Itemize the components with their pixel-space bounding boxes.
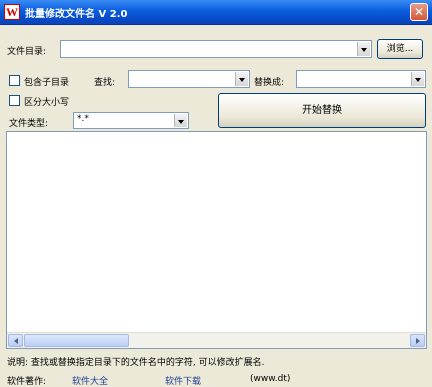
dir-combobox[interactable]: [60, 40, 372, 58]
footer-label: 软件著作:: [7, 377, 47, 387]
footer-link-2[interactable]: 软件下载: [165, 374, 201, 387]
arrow-left-icon[interactable]: [8, 334, 23, 347]
replace-combobox[interactable]: [296, 70, 426, 88]
description-text: 说明: 查找或替换指定目录下的文件名中的字符, 可以修改扩展名.: [7, 358, 265, 368]
scrollbar-thumb[interactable]: [24, 334, 129, 347]
chevron-down-icon[interactable]: [411, 72, 424, 86]
include-subdirs-checkbox[interactable]: [9, 75, 20, 86]
replace-label: 替换成:: [254, 78, 285, 88]
dir-label: 文件目录:: [7, 47, 47, 57]
footer-extra: (www.dt): [250, 374, 291, 384]
title-bar: W 批量修改文件名 V 2.0 ✕: [0, 0, 432, 25]
file-type-combobox[interactable]: *.*: [73, 112, 189, 129]
case-sensitive-checkbox[interactable]: [9, 95, 20, 106]
arrow-right-icon[interactable]: [410, 334, 425, 347]
browse-button[interactable]: 浏览...: [377, 39, 423, 59]
chevron-down-icon[interactable]: [174, 114, 187, 127]
footer-link-1[interactable]: 软件大全: [72, 374, 108, 387]
start-replace-button[interactable]: 开始替换: [218, 93, 426, 128]
include-subdirs-label: 包含子目录: [24, 78, 70, 88]
window-title: 批量修改文件名 V 2.0: [25, 9, 128, 20]
find-combobox[interactable]: [128, 70, 250, 88]
chevron-down-icon[interactable]: [235, 72, 248, 86]
app-icon: W: [4, 4, 20, 20]
chevron-down-icon[interactable]: [357, 42, 370, 56]
case-sensitive-label: 区分大小写: [24, 98, 70, 108]
results-list[interactable]: [6, 131, 427, 349]
file-type-value: *.*: [77, 114, 89, 124]
find-label: 查找:: [94, 78, 116, 88]
horizontal-scrollbar[interactable]: [7, 332, 426, 348]
close-button[interactable]: ✕: [410, 3, 428, 21]
file-type-label: 文件类型:: [9, 119, 49, 129]
